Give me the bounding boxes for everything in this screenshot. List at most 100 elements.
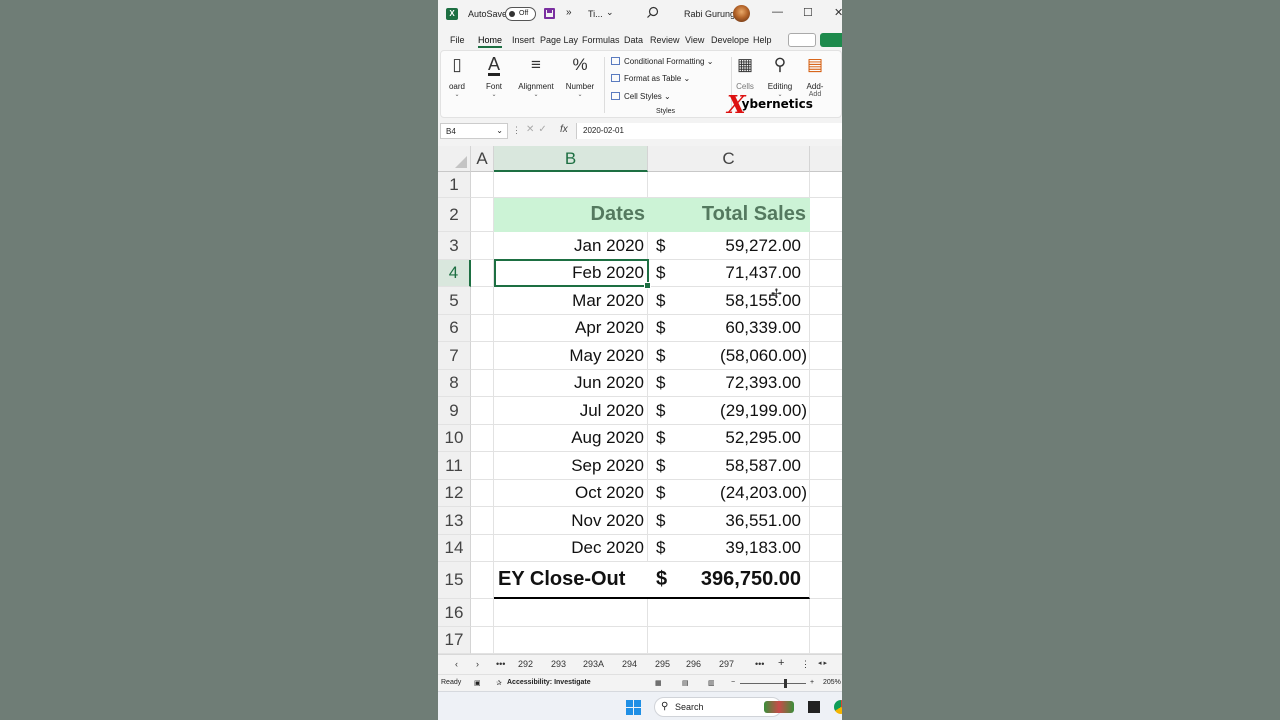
cell-a[interactable] xyxy=(471,480,494,507)
macro-record-icon[interactable]: ▣ xyxy=(474,679,481,687)
sales-cell[interactable]: $36,551.00 xyxy=(648,507,810,535)
date-cell[interactable]: May 2020 xyxy=(494,342,648,370)
date-cell[interactable]: Dec 2020 xyxy=(494,535,648,562)
cell-c[interactable] xyxy=(648,172,810,198)
date-cell[interactable]: Apr 2020 xyxy=(494,315,648,342)
more-sheets-icon[interactable]: ••• xyxy=(755,659,764,669)
cell-c[interactable] xyxy=(648,627,810,654)
row-header[interactable]: 2 xyxy=(438,198,471,232)
row-header[interactable]: 4 xyxy=(438,260,471,287)
cell-b[interactable] xyxy=(494,599,648,627)
chevron-down-icon[interactable]: ⌄ xyxy=(496,126,503,135)
cell-d[interactable] xyxy=(810,535,842,562)
sheet-tab[interactable]: 295 xyxy=(655,659,670,669)
cell-styles-button[interactable]: Cell Styles ⌄ xyxy=(611,92,671,101)
cell-d[interactable] xyxy=(810,599,842,627)
cell-b[interactable] xyxy=(494,627,648,654)
zoom-level[interactable]: 205% xyxy=(823,679,841,686)
total-amount-cell[interactable]: $396,750.00 xyxy=(648,562,810,599)
sheet-tab[interactable]: 292 xyxy=(518,659,533,669)
date-cell[interactable]: Aug 2020 xyxy=(494,425,648,452)
sales-cell[interactable]: $ (58,060.00) xyxy=(648,342,810,370)
scroll-arrows-icon[interactable]: ◂ ▸ xyxy=(818,659,827,667)
row-header[interactable]: 5 xyxy=(438,287,471,315)
sheet-tab[interactable]: 296 xyxy=(686,659,701,669)
cell-a[interactable] xyxy=(471,315,494,342)
tab-help[interactable]: Help xyxy=(753,35,772,45)
row-header[interactable]: 11 xyxy=(438,452,471,480)
cell-a[interactable] xyxy=(471,172,494,198)
row-header[interactable]: 10 xyxy=(438,425,471,452)
minimize-button[interactable]: — xyxy=(772,6,783,18)
number-group[interactable]: % Number ⌄ xyxy=(563,53,597,98)
column-header-a[interactable]: A xyxy=(471,146,494,172)
comments-button[interactable] xyxy=(788,33,816,47)
cell-a[interactable] xyxy=(471,287,494,315)
more-options-icon[interactable]: ⋮ xyxy=(512,125,521,136)
cell-d[interactable] xyxy=(810,342,842,370)
search-icon[interactable] xyxy=(646,6,659,19)
date-cell[interactable]: Jan 2020 xyxy=(494,232,648,260)
cell-a[interactable] xyxy=(471,342,494,370)
tab-home[interactable]: Home xyxy=(478,35,503,48)
windows-start-icon[interactable] xyxy=(626,700,641,715)
cell-d[interactable] xyxy=(810,370,842,397)
row-header[interactable]: 12 xyxy=(438,480,471,507)
autosave-toggle[interactable]: Off xyxy=(505,7,536,21)
sheet-tab[interactable]: 294 xyxy=(622,659,637,669)
header-dates[interactable]: Dates xyxy=(494,198,648,232)
sales-cell[interactable]: $58,155.00 xyxy=(648,287,810,315)
sales-cell[interactable]: $39,183.00 xyxy=(648,535,810,562)
column-header-c[interactable]: C xyxy=(648,146,810,172)
chevron-down-icon[interactable]: ⌄ xyxy=(606,7,614,18)
document-title[interactable]: Ti... xyxy=(588,9,603,19)
cell-d[interactable] xyxy=(810,452,842,480)
name-box[interactable]: B4 ⌄ xyxy=(440,123,508,139)
cell-b[interactable] xyxy=(494,172,648,198)
more-commands-icon[interactable]: » xyxy=(566,7,572,18)
cell-d[interactable] xyxy=(810,562,842,599)
cell-a[interactable] xyxy=(471,452,494,480)
chrome-icon[interactable] xyxy=(834,700,842,714)
zoom-slider[interactable] xyxy=(740,683,806,684)
zoom-in-icon[interactable]: + xyxy=(810,679,814,686)
row-header[interactable]: 14 xyxy=(438,535,471,562)
cell-d[interactable] xyxy=(810,480,842,507)
cell-d[interactable] xyxy=(810,315,842,342)
date-cell[interactable]: Feb 2020 xyxy=(494,260,648,287)
row-header[interactable]: 17 xyxy=(438,627,471,654)
cell-d[interactable] xyxy=(810,397,842,425)
cell-d[interactable] xyxy=(810,425,842,452)
cell-a[interactable] xyxy=(471,232,494,260)
format-as-table-button[interactable]: Format as Table ⌄ xyxy=(611,74,690,83)
share-button[interactable] xyxy=(820,33,842,47)
sales-cell[interactable]: $59,272.00 xyxy=(648,232,810,260)
cell-d[interactable] xyxy=(810,260,842,287)
header-total-sales[interactable]: Total Sales xyxy=(648,198,810,232)
tab-view[interactable]: View xyxy=(685,35,704,45)
zoom-slider-thumb[interactable] xyxy=(784,679,787,688)
sheet-tab[interactable]: 293A xyxy=(583,659,604,669)
cell-d[interactable] xyxy=(810,287,842,315)
cell-d[interactable] xyxy=(810,507,842,535)
cell-d[interactable] xyxy=(810,198,842,232)
sales-cell[interactable]: $52,295.00 xyxy=(648,425,810,452)
cell-a[interactable] xyxy=(471,260,494,287)
cell-a[interactable] xyxy=(471,507,494,535)
taskbar-app-icon[interactable] xyxy=(808,701,820,713)
tab-file[interactable]: File xyxy=(450,35,465,45)
tab-insert[interactable]: Insert xyxy=(512,35,535,45)
cell-d[interactable] xyxy=(810,232,842,260)
row-header[interactable]: 13 xyxy=(438,507,471,535)
total-label[interactable]: EY Close-Out xyxy=(494,562,648,599)
maximize-button[interactable]: ☐ xyxy=(803,6,813,19)
sales-cell[interactable]: $ (24,203.00) xyxy=(648,480,810,507)
date-cell[interactable]: Sep 2020 xyxy=(494,452,648,480)
row-header[interactable]: 9 xyxy=(438,397,471,425)
sheet-tab[interactable]: 293 xyxy=(551,659,566,669)
cell-c[interactable] xyxy=(648,599,810,627)
row-header[interactable]: 15 xyxy=(438,562,471,599)
sales-cell[interactable]: $72,393.00 xyxy=(648,370,810,397)
cell-d[interactable] xyxy=(810,172,842,198)
cell-a[interactable] xyxy=(471,397,494,425)
